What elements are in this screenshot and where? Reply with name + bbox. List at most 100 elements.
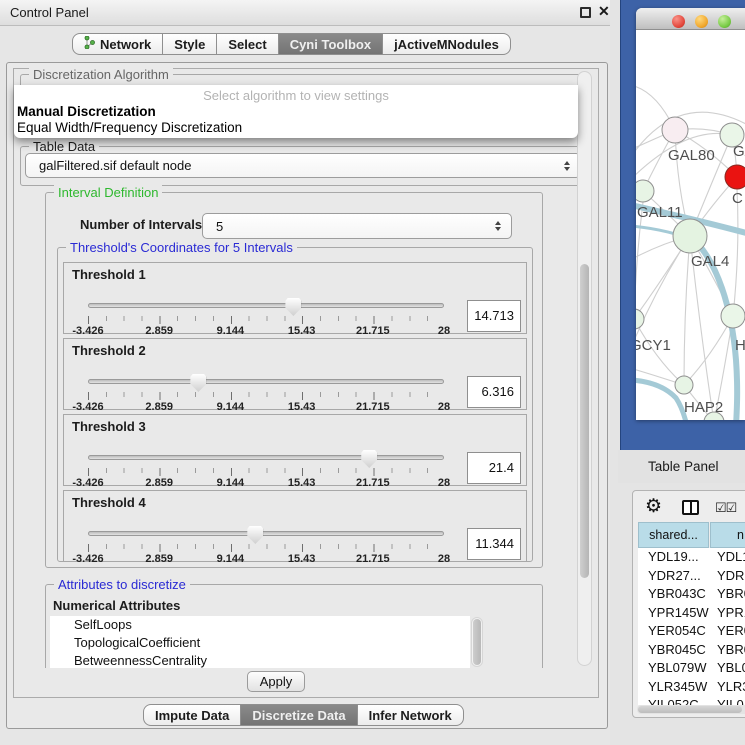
slider-track[interactable] [88,303,444,308]
tab-select-label: Select [228,37,266,52]
discretization-algorithm-group-title: Discretization Algorithm [29,67,173,82]
table-horizontal-scrollbar[interactable] [637,705,745,714]
slider-tick-labels: -3.426 2.859 9.144 15.43 21.715 28 [88,553,444,565]
slider-track[interactable] [88,531,444,536]
table-row[interactable]: YIL052CYIL0... [638,696,745,705]
tab-discretize-data[interactable]: Discretize Data [240,704,357,726]
column-header-shared-name[interactable]: shared... [638,522,709,548]
zoom-traffic-light-icon[interactable] [718,15,731,28]
slider-track[interactable] [88,379,444,384]
scrollbar-thumb[interactable] [580,264,589,578]
tab-network-label: Network [100,37,151,52]
table-data-group: Table Data galFiltered.sif default node [20,146,588,186]
numerical-attributes-list[interactable]: SelfLoops TopologicalCoefficient Between… [50,616,470,668]
slider-thumb[interactable] [285,298,301,316]
list-item[interactable]: BetweennessCentrality [50,652,470,668]
attributes-list-scrollbar[interactable] [471,617,483,667]
checkbox-filter-icons[interactable]: ☑☑ [715,500,736,516]
tab-style[interactable]: Style [162,33,217,55]
tab-jactivemnodules-label: jActiveMNodules [394,37,499,52]
tab-impute-data[interactable]: Impute Data [143,704,241,726]
slider-thumb[interactable] [361,450,377,468]
threshold-1-value[interactable]: 14.713 [467,300,521,332]
cell: YLR3... [717,679,745,694]
settings-scrollbar[interactable] [577,71,592,666]
list-item[interactable]: TopologicalCoefficient [50,634,470,652]
threshold-3-slider[interactable]: -3.426 2.859 9.144 15.43 21.715 28 [88,449,444,489]
cell: YBL0... [717,660,745,675]
threshold-1-slider[interactable]: -3.426 2.859 9.144 15.43 21.715 28 [88,297,444,337]
slider-track[interactable] [88,455,444,460]
scrollbar-thumb[interactable] [638,706,742,713]
minimize-traffic-light-icon[interactable] [695,15,708,28]
node-hap2[interactable] [675,376,693,394]
slider-thumb[interactable] [190,374,206,392]
tick-label: 9.144 [217,553,245,565]
table-row[interactable]: YBR043CYBR0... [638,585,745,604]
threshold-4-label: Threshold 4 [72,495,146,510]
bottom-tab-strip: Impute Data Discretize Data Infer Networ… [143,704,464,726]
gear-icon[interactable]: ⚙ [645,495,662,518]
tab-cyni-toolbox[interactable]: Cyni Toolbox [278,33,383,55]
network-window-titlebar[interactable] [636,8,745,30]
table-row[interactable]: YBL079WYBL0... [638,659,745,678]
cell: YPR1... [717,605,745,620]
control-panel-titlebar: Control Panel ✕ [0,0,618,26]
table-row[interactable]: YDL19...YDL1... [638,548,745,567]
node-gal11[interactable] [636,180,654,202]
table-data-combo[interactable]: galFiltered.sif default node [25,153,581,178]
table-data-group-title: Table Data [29,139,99,154]
tab-network[interactable]: Network [72,33,163,55]
slider-thumb[interactable] [247,526,263,544]
table-row[interactable]: YER054CYER0... [638,622,745,641]
tick-label: -3.426 [72,553,103,565]
apply-button[interactable]: Apply [247,671,305,692]
number-of-intervals-combo[interactable]: 5 [202,213,512,239]
tab-infer-network[interactable]: Infer Network [357,704,464,726]
network-canvas[interactable]: GAL80 GA C GAL11 GAL4 GCY1 H HAP2 [636,30,745,420]
node-right-h[interactable] [721,304,745,328]
node-label: H [735,337,745,354]
table-row[interactable]: YLR345WYLR3... [638,678,745,697]
tab-select[interactable]: Select [216,33,278,55]
tick-label: 21.715 [356,401,390,413]
close-traffic-light-icon[interactable] [672,15,685,28]
dropdown-option-equal-width-frequency[interactable]: Equal Width/Frequency Discretization [17,120,242,135]
number-of-intervals-label: Number of Intervals [80,217,202,232]
table-row[interactable]: YDR27...YDR2... [638,567,745,586]
cell: YPR145W [648,605,709,620]
dropdown-placeholder-item[interactable]: Select algorithm to view settings [14,88,578,103]
table-row[interactable]: YBR045CYBR0... [638,641,745,660]
node-red[interactable] [725,165,745,189]
list-item[interactable]: SelfLoops [50,616,470,634]
tick-label: 15.43 [288,325,316,337]
dropdown-option-manual-discretization[interactable]: Manual Discretization [17,104,156,119]
slider-major-ticks [88,468,445,476]
tick-label: 9.144 [217,477,245,489]
tick-label: 15.43 [288,477,316,489]
threshold-2-slider[interactable]: -3.426 2.859 9.144 15.43 21.715 28 [88,373,444,413]
tick-label: -3.426 [72,325,103,337]
threshold-3-value[interactable]: 21.4 [467,452,521,484]
node-gcy1[interactable] [636,309,644,329]
tick-label: 2.859 [145,325,173,337]
table-row[interactable]: YPR145W YPR1... [638,604,745,623]
float-window-icon[interactable] [580,7,591,18]
threshold-2-value[interactable]: 6.316 [467,376,521,408]
column-header-name[interactable]: n [710,522,745,548]
tick-label: 15.43 [288,553,316,565]
tick-label: 28 [438,401,450,413]
threshold-4-value[interactable]: 11.344 [467,528,521,560]
slider-major-ticks [88,316,445,324]
tab-jactivemnodules[interactable]: jActiveMNodules [382,33,511,55]
scrollbar-thumb[interactable] [473,619,481,665]
node-gal4[interactable] [673,219,707,253]
column-layout-icon[interactable] [682,500,699,515]
threshold-4-slider[interactable]: -3.426 2.859 9.144 15.43 21.715 28 [88,525,444,565]
node-gal80[interactable] [662,117,688,143]
close-icon[interactable]: ✕ [598,3,610,20]
threshold-3-panel: Threshold 3 -3.426 2.859 9.144 15.43 21.… [63,414,527,486]
table-body[interactable]: YDL19...YDL1... YDR27...YDR2... YBR043CY… [638,548,745,705]
thresholds-group-title: Threshold's Coordinates for 5 Intervals [66,240,297,255]
interval-definition-group-title: Interval Definition [54,185,162,200]
